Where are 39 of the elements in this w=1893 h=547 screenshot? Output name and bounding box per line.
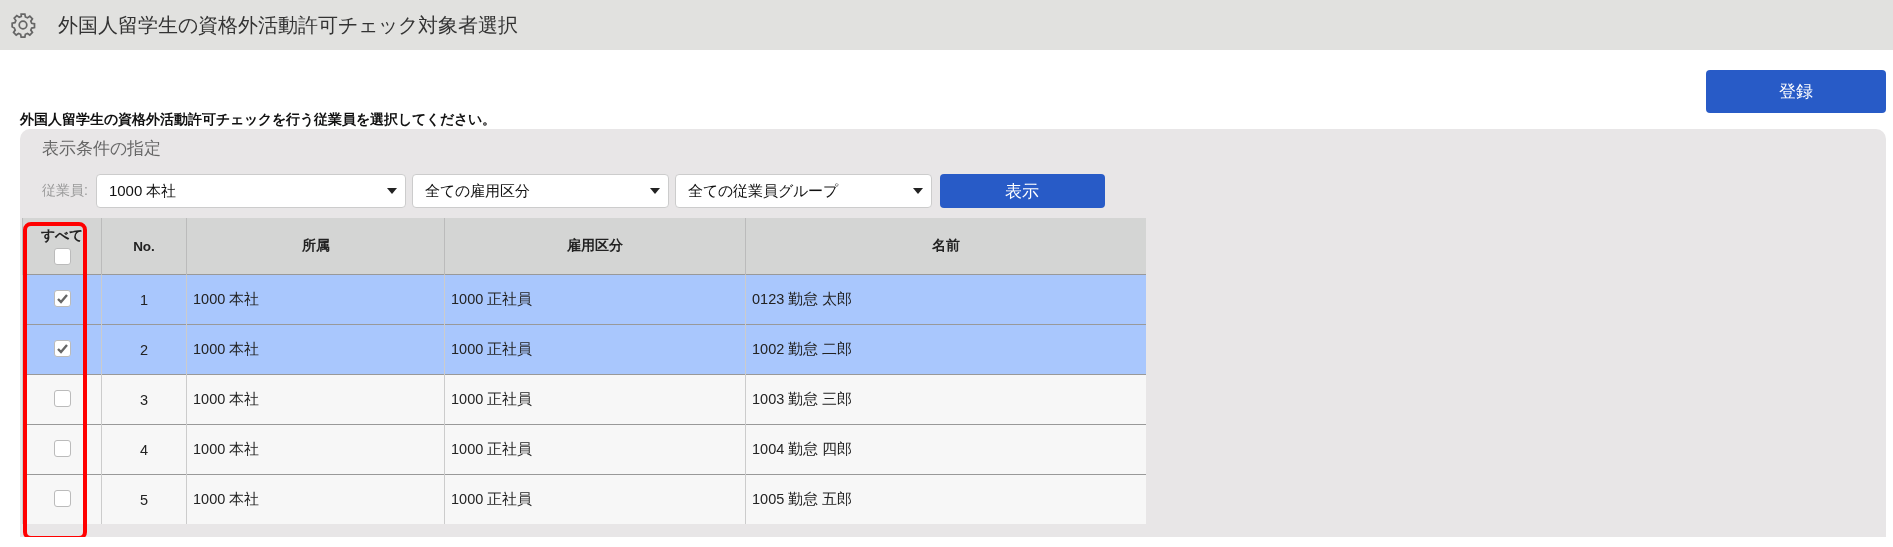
column-header: 雇用区分	[444, 218, 746, 275]
table-cell: 2	[101, 324, 187, 375]
page-title: 外国人留学生の資格外活動許可チェック対象者選択	[58, 12, 518, 38]
table-cell: 1003 勤怠 三郎	[745, 374, 1146, 425]
table-cell: 3	[101, 374, 187, 425]
table-row[interactable]: 4 1000 本社 1000 正社員 1004 勤怠 四郎	[22, 424, 1146, 475]
table-cell: 5	[101, 474, 187, 524]
table-cell: 1002 勤怠 二郎	[745, 324, 1146, 375]
table-cell: 1000 本社	[186, 424, 445, 475]
table-cell: 4	[101, 424, 187, 475]
table-cell: 1000 正社員	[444, 374, 746, 425]
dropdown[interactable]: 全ての雇用区分	[411, 174, 669, 208]
table-cell: 1000 本社	[186, 274, 445, 325]
table-cell: 1000 正社員	[444, 474, 746, 524]
column-header: 所属	[186, 218, 445, 275]
table-cell: 0123 勤怠 太郎	[745, 274, 1146, 325]
table-row[interactable]: 2 1000 本社 1000 正社員 1002 勤怠 二郎	[22, 324, 1146, 375]
field-label: 従業員:	[42, 182, 88, 200]
table-cell: 1000 本社	[186, 474, 445, 524]
table-cell: 1000 本社	[186, 324, 445, 375]
table-cell: 1000 正社員	[444, 274, 746, 325]
table-cell: 1005 勤怠 五郎	[745, 474, 1146, 524]
table-cell: 1000 本社	[186, 374, 445, 425]
dropdown[interactable]: 1000 本社	[95, 174, 406, 208]
register-button[interactable]: 登録	[1706, 70, 1886, 113]
table-row[interactable]: 5 1000 本社 1000 正社員 1005 勤怠 五郎	[22, 474, 1146, 524]
table-row[interactable]: 3 1000 本社 1000 正社員 1003 勤怠 三郎	[22, 374, 1146, 425]
column-header: 名前	[745, 218, 1146, 275]
column-header: No.	[101, 218, 187, 275]
table-cell: 1000 正社員	[444, 424, 746, 475]
select-all-label: すべて	[41, 227, 83, 245]
table-cell: 1004 勤怠 四郎	[745, 424, 1146, 475]
show-button[interactable]: 表示	[939, 174, 1105, 208]
instruction-text: 外国人留学生の資格外活動許可チェックを行う従業員を選択してください。	[20, 111, 497, 129]
panel-title: 表示条件の指定	[42, 138, 162, 160]
table-row[interactable]: 1 1000 本社 1000 正社員 0123 勤怠 太郎	[22, 274, 1146, 325]
table-cell: 1000 正社員	[444, 324, 746, 375]
dropdown[interactable]: 全ての従業員グループ	[674, 174, 932, 208]
table-cell: 1	[101, 274, 187, 325]
